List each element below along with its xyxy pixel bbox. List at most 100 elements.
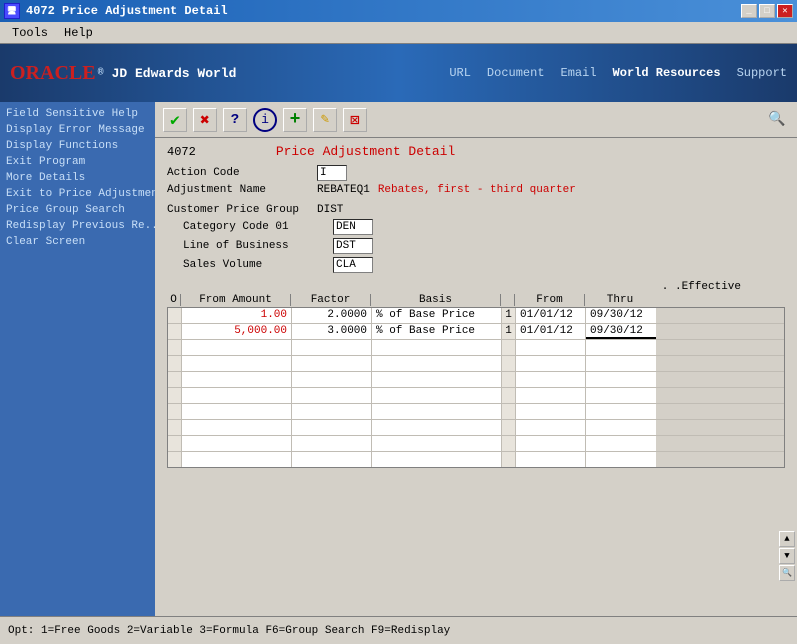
oracle-header: ORACLE ® JD Edwards World URL Document E… <box>0 44 797 102</box>
from-amount-cell[interactable]: 1.00 <box>182 308 292 323</box>
factor-cell[interactable]: 2.0000 <box>292 308 372 323</box>
customer-fields: Customer Price Group DIST Category Code … <box>167 204 785 273</box>
eff-from-cell[interactable]: 01/01/12 <box>516 324 586 339</box>
oracle-logo: ORACLE ® JD Edwards World <box>10 62 236 85</box>
action-code-row: Action Code <box>167 165 785 181</box>
sidebar-item-display-functions[interactable]: Display Functions <box>0 138 155 154</box>
eff-thru-cell-active[interactable]: 09/30/12 <box>586 324 656 339</box>
sidebar-item-more-details[interactable]: More Details <box>0 170 155 186</box>
line-of-business-label: Line of Business <box>183 240 333 252</box>
o-cell[interactable] <box>168 324 182 339</box>
basis-code-cell[interactable]: 1 <box>502 308 516 323</box>
col-spacer <box>501 294 515 306</box>
status-text: Opt: 1=Free Goods 2=Variable 3=Formula F… <box>8 625 450 637</box>
sidebar-item-price-group-search[interactable]: Price Group Search <box>0 202 155 218</box>
eff-thru-cell[interactable]: 09/30/12 <box>586 308 656 323</box>
category-code-row: Category Code 01 <box>183 219 785 235</box>
table-row <box>168 356 784 372</box>
menubar: Tools Help <box>0 22 797 44</box>
category-code-input[interactable] <box>333 219 373 235</box>
sidebar-item-display-error-message[interactable]: Display Error Message <box>0 122 155 138</box>
line-of-business-row: Line of Business <box>183 238 785 254</box>
sidebar-item-clear-screen[interactable]: Clear Screen <box>0 234 155 250</box>
nav-email[interactable]: Email <box>561 66 597 80</box>
nav-url[interactable]: URL <box>449 66 471 80</box>
nav-world-resources[interactable]: World Resources <box>613 66 721 80</box>
basis-code-cell[interactable]: 1 <box>502 324 516 339</box>
table-row <box>168 340 784 356</box>
action-code-label: Action Code <box>167 167 317 179</box>
maximize-button[interactable]: □ <box>759 4 775 18</box>
adjustment-name-value: REBATEQ1 <box>317 184 370 196</box>
add-button[interactable]: + <box>283 108 307 132</box>
titlebar-controls: _ □ ✕ <box>741 4 793 18</box>
toolbar: ✔ ✖ ? i + ✎ ⊠ 🔍 <box>155 102 797 138</box>
table-row <box>168 404 784 420</box>
oracle-text: ORACLE <box>10 62 96 85</box>
scroll-buttons: ▲ ▼ 🔍 <box>779 531 795 581</box>
customer-price-group-value: DIST <box>317 204 343 216</box>
form-title: Price Adjustment Detail <box>276 144 455 159</box>
sidebar-item-exit-program[interactable]: Exit Program <box>0 154 155 170</box>
scroll-down-button[interactable]: ▼ <box>779 548 795 564</box>
adjustment-name-label: Adjustment Name <box>167 184 317 196</box>
o-cell[interactable] <box>168 308 182 323</box>
col-thru-header: Thru <box>585 294 655 306</box>
table-row: 5,000.00 3.0000 % of Base Price 1 01/01/… <box>168 324 784 340</box>
col-from-header: From <box>515 294 585 306</box>
search-button[interactable]: 🔍 <box>765 108 789 132</box>
header-nav: URL Document Email World Resources Suppo… <box>449 66 787 80</box>
content: ✔ ✖ ? i + ✎ ⊠ 🔍 4072 Price Adjustment De… <box>155 102 797 616</box>
delete-button[interactable]: ⊠ <box>343 108 367 132</box>
menu-tools[interactable]: Tools <box>4 24 56 42</box>
factor-cell[interactable]: 3.0000 <box>292 324 372 339</box>
table-row: 1.00 2.0000 % of Base Price 1 01/01/12 0… <box>168 308 784 324</box>
main-container: Field Sensitive Help Display Error Messa… <box>0 102 797 616</box>
line-of-business-input[interactable] <box>333 238 373 254</box>
cancel-button[interactable]: ✖ <box>193 108 217 132</box>
app-icon: 🖥 <box>4 3 20 19</box>
grid-header: O From Amount Factor Basis From Thru <box>167 294 785 308</box>
customer-price-group-row: Customer Price Group DIST <box>167 204 785 216</box>
category-code-label: Category Code 01 <box>183 221 333 233</box>
sidebar-item-field-sensitive-help[interactable]: Field Sensitive Help <box>0 106 155 122</box>
from-amount-cell[interactable]: 5,000.00 <box>182 324 292 339</box>
nav-document[interactable]: Document <box>487 66 545 80</box>
action-code-input[interactable] <box>317 165 347 181</box>
col-factor-header: Factor <box>291 294 371 306</box>
edit-button[interactable]: ✎ <box>313 108 337 132</box>
menu-help[interactable]: Help <box>56 24 101 42</box>
check-button[interactable]: ✔ <box>163 108 187 132</box>
col-from-amount-header: From Amount <box>181 294 291 306</box>
sidebar: Field Sensitive Help Display Error Messa… <box>0 102 155 616</box>
minimize-button[interactable]: _ <box>741 4 757 18</box>
col-basis-header: Basis <box>371 294 501 306</box>
scroll-search-button[interactable]: 🔍 <box>779 565 795 581</box>
grid-container: . .Effective O From Amount Factor Basis … <box>167 281 785 468</box>
statusbar: Opt: 1=Free Goods 2=Variable 3=Formula F… <box>0 616 797 644</box>
table-row <box>168 372 784 388</box>
sales-volume-input[interactable] <box>333 257 373 273</box>
nav-support[interactable]: Support <box>737 66 787 80</box>
close-button[interactable]: ✕ <box>777 4 793 18</box>
sidebar-item-redisplay[interactable]: Redisplay Previous Re... <box>0 218 155 234</box>
adjustment-name-row: Adjustment Name REBATEQ1 Rebates, first … <box>167 184 785 196</box>
info-button[interactable]: i <box>253 108 277 132</box>
col-o-header: O <box>167 294 181 306</box>
basis-cell: % of Base Price <box>372 324 502 339</box>
table-row <box>168 436 784 452</box>
sales-volume-row: Sales Volume <box>183 257 785 273</box>
table-row <box>168 420 784 436</box>
form-content: 4072 Price Adjustment Detail Action Code… <box>155 138 797 474</box>
app-number: 4072 <box>167 145 196 159</box>
effective-label: . .Effective <box>662 281 741 293</box>
grid-body: 1.00 2.0000 % of Base Price 1 01/01/12 0… <box>167 308 785 468</box>
sidebar-item-exit-price-adjustment[interactable]: Exit to Price Adjustment <box>0 186 155 202</box>
eff-from-cell[interactable]: 01/01/12 <box>516 308 586 323</box>
table-row <box>168 388 784 404</box>
help-button[interactable]: ? <box>223 108 247 132</box>
jde-text: JD Edwards World <box>112 66 237 81</box>
titlebar: 🖥 4072 Price Adjustment Detail _ □ ✕ <box>0 0 797 22</box>
effective-header-row: . .Effective <box>167 281 781 293</box>
scroll-up-button[interactable]: ▲ <box>779 531 795 547</box>
